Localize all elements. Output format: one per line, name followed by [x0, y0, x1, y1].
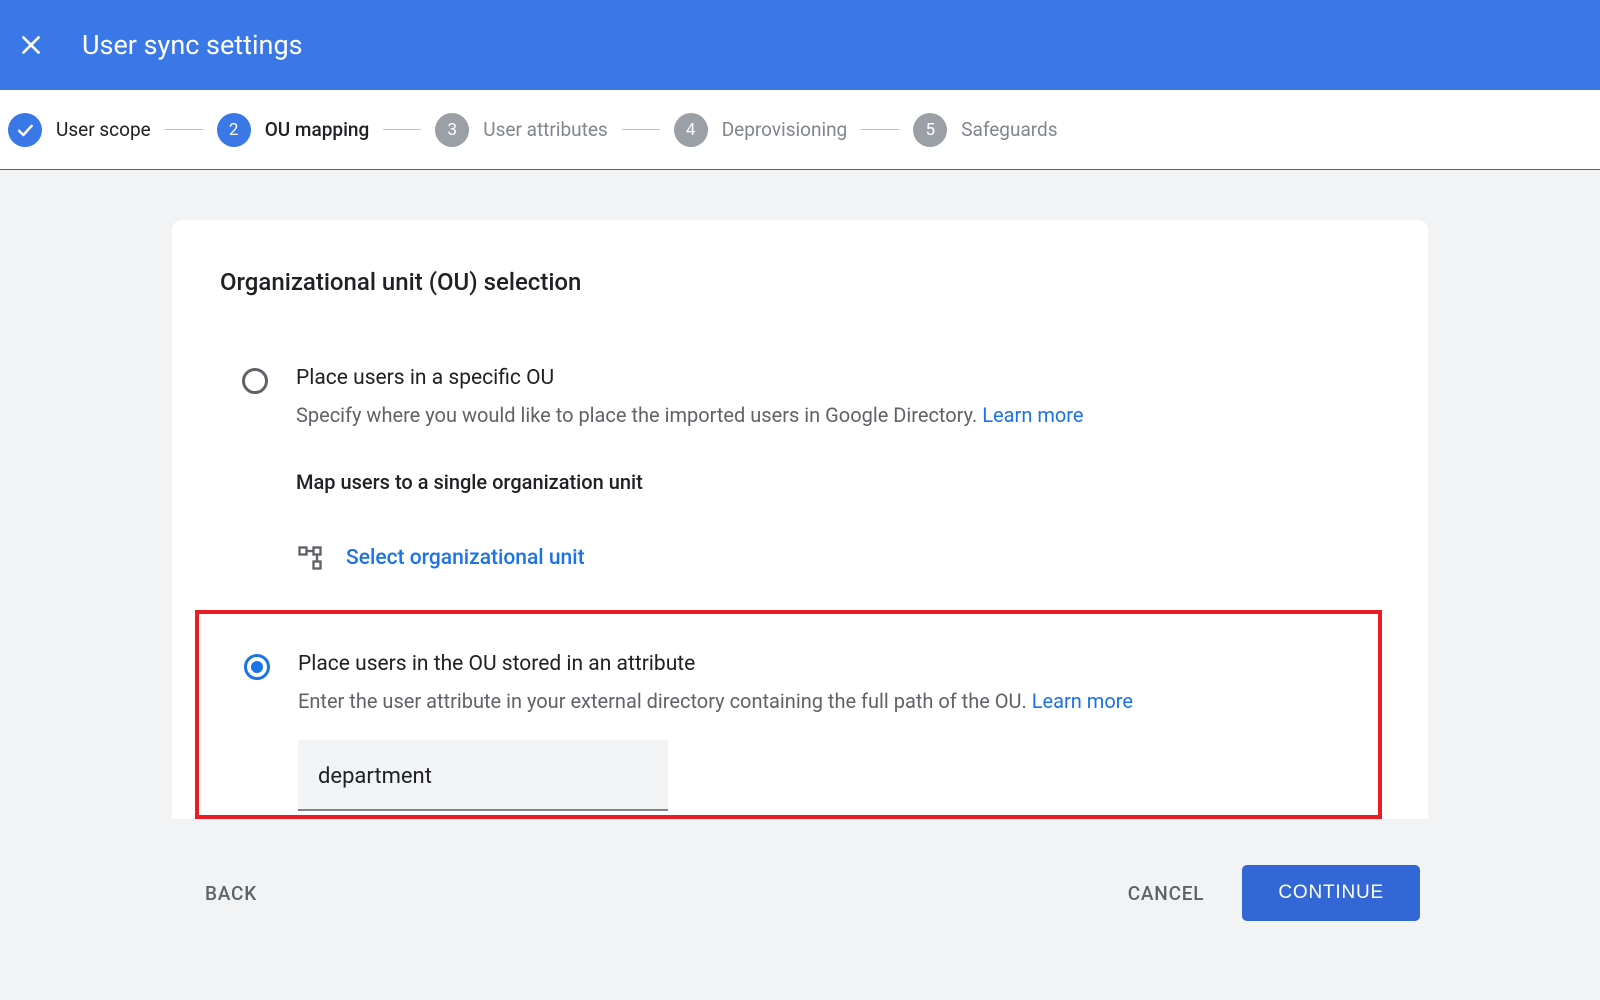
step-connector — [383, 129, 421, 130]
attribute-input[interactable] — [298, 740, 668, 811]
step-number-icon: 2 — [217, 113, 251, 147]
option-attribute-ou: Place users in the OU stored in an attri… — [244, 652, 1378, 811]
option-desc-text: Enter the user attribute in your externa… — [298, 689, 1032, 713]
step-label: OU mapping — [265, 118, 370, 141]
option-title: Place users in a specific OU — [296, 366, 1380, 390]
cancel-button[interactable]: CANCEL — [1120, 868, 1213, 919]
step-label: User scope — [56, 118, 151, 141]
step-safeguards[interactable]: 5 Safeguards — [913, 113, 1057, 147]
learn-more-link[interactable]: Learn more — [982, 403, 1083, 427]
step-done-icon — [8, 113, 42, 147]
continue-button[interactable]: CONTINUE — [1242, 865, 1420, 921]
attribute-input-wrap — [298, 740, 1378, 811]
radio-specific-ou[interactable] — [242, 368, 268, 394]
org-tree-icon — [296, 544, 324, 572]
step-label: Safeguards — [961, 118, 1057, 141]
step-user-scope[interactable]: User scope — [8, 113, 151, 147]
step-connector — [622, 129, 660, 130]
option-description: Specify where you would like to place th… — [296, 400, 1380, 430]
option-content: Place users in the OU stored in an attri… — [298, 652, 1378, 811]
card-title: Organizational unit (OU) selection — [220, 268, 1380, 296]
step-number-icon: 3 — [435, 113, 469, 147]
step-connector — [861, 129, 899, 130]
content-area: Organizational unit (OU) selection Place… — [0, 170, 1600, 819]
step-connector — [165, 129, 203, 130]
radio-attribute-ou[interactable] — [244, 654, 270, 680]
highlighted-option-box: Place users in the OU stored in an attri… — [195, 610, 1382, 819]
footer-actions: BACK CANCEL CONTINUE — [172, 819, 1428, 921]
option-title: Place users in the OU stored in an attri… — [298, 652, 1378, 676]
back-button[interactable]: BACK — [197, 868, 265, 919]
dialog-title: User sync settings — [82, 29, 303, 61]
option-content: Place users in a specific OU Specify whe… — [296, 366, 1380, 572]
step-ou-mapping[interactable]: 2 OU mapping — [217, 113, 370, 147]
step-deprovisioning[interactable]: 4 Deprovisioning — [674, 113, 848, 147]
select-ou-link[interactable]: Select organizational unit — [296, 544, 1380, 572]
stepper: User scope 2 OU mapping 3 User attribute… — [0, 90, 1600, 170]
step-label: User attributes — [483, 118, 607, 141]
option-subheading: Map users to a single organization unit — [296, 470, 1380, 494]
learn-more-link[interactable]: Learn more — [1032, 689, 1133, 713]
dialog-header: User sync settings — [0, 0, 1600, 90]
option-description: Enter the user attribute in your externa… — [298, 686, 1378, 716]
select-ou-label: Select organizational unit — [346, 546, 585, 570]
step-user-attributes[interactable]: 3 User attributes — [435, 113, 607, 147]
step-number-icon: 5 — [913, 113, 947, 147]
close-icon[interactable] — [10, 24, 52, 66]
option-desc-text: Specify where you would like to place th… — [296, 403, 982, 427]
option-specific-ou: Place users in a specific OU Specify whe… — [220, 366, 1380, 572]
step-number-icon: 4 — [674, 113, 708, 147]
step-label: Deprovisioning — [722, 118, 848, 141]
ou-selection-card: Organizational unit (OU) selection Place… — [172, 220, 1428, 819]
